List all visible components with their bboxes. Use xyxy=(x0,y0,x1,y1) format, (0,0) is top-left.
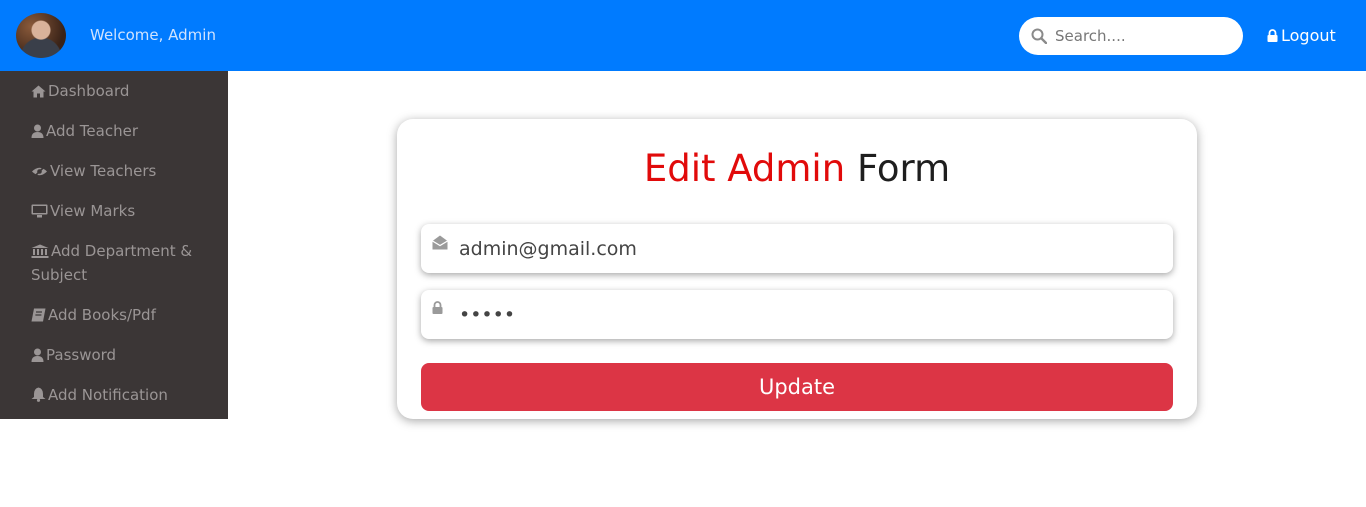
password-field[interactable] xyxy=(421,290,1173,339)
bell-icon xyxy=(31,387,46,402)
update-button[interactable]: Update xyxy=(421,363,1173,411)
edit-admin-form-card: Edit Admin Form Update xyxy=(397,119,1197,419)
top-navbar: Welcome, Admin Logout xyxy=(0,0,1366,71)
search-icon xyxy=(1031,28,1047,44)
user-icon xyxy=(31,348,44,362)
welcome-text: Welcome, Admin xyxy=(90,26,216,44)
sidebar-item-label: Dashboard xyxy=(48,82,130,100)
user-icon xyxy=(31,124,44,138)
sidebar-item-label: View Teachers xyxy=(50,162,157,180)
form-title-rest: Form xyxy=(856,147,951,190)
envelope-open-icon xyxy=(432,235,448,250)
sidebar-item-add-department-subject[interactable]: Add Department & Subject xyxy=(31,239,216,287)
search-input[interactable] xyxy=(1055,17,1235,55)
sidebar-item-label: View Marks xyxy=(50,202,136,220)
sidebar-item-view-teachers[interactable]: View Teachers xyxy=(31,159,216,183)
sidebar-item-view-marks[interactable]: View Marks xyxy=(31,199,216,223)
lock-icon xyxy=(432,301,443,314)
sidebar-item-add-teacher[interactable]: Add Teacher xyxy=(31,119,216,143)
search-box[interactable] xyxy=(1019,17,1243,55)
sidebar-item-label: Add Books/Pdf xyxy=(48,306,156,324)
form-title-highlight: Edit Admin xyxy=(643,147,846,190)
home-icon xyxy=(31,85,46,98)
form-title: Edit Admin Form xyxy=(397,147,1197,190)
sidebar-item-password[interactable]: Password xyxy=(31,343,216,367)
logout-link[interactable]: Logout xyxy=(1267,26,1336,45)
avatar[interactable] xyxy=(16,13,66,58)
email-input[interactable] xyxy=(459,224,1159,273)
bank-icon xyxy=(31,244,49,258)
eye-slash-icon xyxy=(32,165,47,178)
sidebar-item-add-books[interactable]: Add Books/Pdf xyxy=(31,303,216,327)
sidebar-item-label: Add Notification xyxy=(48,386,168,404)
book-icon xyxy=(31,308,46,322)
sidebar-item-label: Password xyxy=(46,346,117,364)
sidebar: Dashboard Add Teacher View Teachers View… xyxy=(0,71,228,419)
sidebar-item-label: Add Teacher xyxy=(46,122,138,140)
sidebar-item-label: Add Department & Subject xyxy=(31,242,193,284)
sidebar-item-add-notification[interactable]: Add Notification xyxy=(31,383,216,407)
lock-icon xyxy=(1267,29,1278,42)
password-input[interactable] xyxy=(459,290,1159,339)
logout-label: Logout xyxy=(1281,26,1336,45)
sidebar-item-dashboard[interactable]: Dashboard xyxy=(31,79,216,103)
desktop-icon xyxy=(31,204,48,218)
email-field[interactable] xyxy=(421,224,1173,273)
